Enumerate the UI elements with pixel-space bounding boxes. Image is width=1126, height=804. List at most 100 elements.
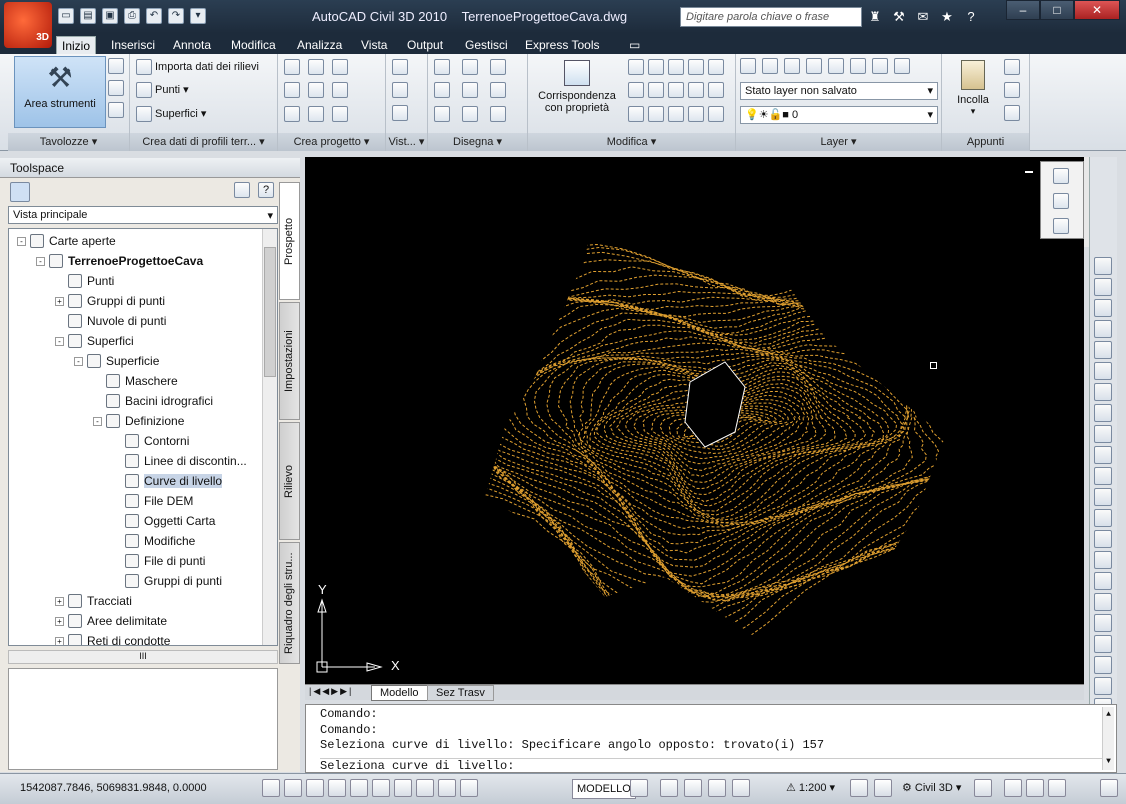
tree-horizontal-scrollbar[interactable]: III <box>8 650 278 664</box>
expand-toggle-icon[interactable]: + <box>55 597 64 606</box>
tree-node[interactable]: - Carte aperte <box>17 232 116 250</box>
survey-tool-icon[interactable] <box>1094 488 1112 506</box>
ribbon-minimize-icon[interactable]: ▭ <box>624 36 645 54</box>
tree-node[interactable]: - Superficie <box>74 352 159 370</box>
tab-vista[interactable]: Vista <box>356 36 392 54</box>
close-button[interactable]: ✕ <box>1074 0 1120 20</box>
area-strumenti-button[interactable]: ⚒ Area strumenti <box>14 56 106 128</box>
survey-tool-icon[interactable] <box>1094 677 1112 695</box>
communication-icon[interactable]: ✉ <box>914 8 932 26</box>
plan-view-icon[interactable] <box>392 105 408 121</box>
layer-states-icon[interactable] <box>762 58 778 74</box>
survey-tool-icon[interactable] <box>1094 278 1112 296</box>
minimize-button[interactable]: – <box>1006 0 1040 20</box>
new-icon[interactable]: ▭ <box>58 8 74 24</box>
status-menu-icon[interactable] <box>1048 779 1066 797</box>
section-view-icon[interactable] <box>392 82 408 98</box>
infer-constraints-icon[interactable] <box>262 779 280 797</box>
open-icon[interactable]: ▤ <box>80 8 96 24</box>
arc-icon[interactable] <box>434 106 450 122</box>
tab-sez-trasv[interactable]: Sez Trasv <box>427 685 494 701</box>
panel-title-layer[interactable]: Layer ▾ <box>736 133 941 151</box>
dyn-icon[interactable] <box>438 779 456 797</box>
toolspace-view-select[interactable]: Vista principale ▾ <box>8 206 278 224</box>
command-line[interactable]: Comando: Comando: Seleziona curve di liv… <box>305 704 1117 773</box>
quick-view-layouts-icon[interactable] <box>630 779 648 797</box>
tree-node[interactable]: + Aree delimitate <box>55 612 167 630</box>
panel-title-disegna[interactable]: Disegna ▾ <box>428 133 527 151</box>
tab-inserisci[interactable]: Inserisci <box>106 36 160 54</box>
tab-analizza[interactable]: Analizza <box>292 36 347 54</box>
importa-rilievi-button[interactable]: Importa dati dei rilievi <box>136 59 259 75</box>
expand-toggle-icon[interactable]: + <box>55 617 64 626</box>
superfici-button[interactable]: Superfici ▾ <box>136 106 206 122</box>
lineweight-icon[interactable] <box>460 779 478 797</box>
tree-scrollbar[interactable] <box>262 229 277 645</box>
hardware-acceleration-icon[interactable] <box>1026 779 1044 797</box>
zoom-icon[interactable] <box>1053 218 1069 234</box>
undo-icon[interactable]: ↶ <box>146 8 162 24</box>
survey-tool-icon[interactable] <box>1094 509 1112 527</box>
survey-tool-icon[interactable] <box>1094 446 1112 464</box>
survey-tool-icon[interactable] <box>1094 341 1112 359</box>
polyline-icon[interactable] <box>462 59 478 75</box>
hatch-icon[interactable] <box>490 106 506 122</box>
tab-prospetto[interactable]: Prospetto <box>279 182 300 300</box>
array-icon[interactable] <box>668 106 684 122</box>
panel-title-vist[interactable]: Vist... ▾ <box>386 133 427 151</box>
coordinates-readout[interactable]: 1542087.7846, 5069831.9848, 0.0000 <box>20 779 207 799</box>
break-icon[interactable] <box>708 82 724 98</box>
tree-node[interactable]: Punti <box>55 272 114 290</box>
ellipse-icon[interactable] <box>462 106 478 122</box>
pan-icon[interactable] <box>1053 193 1069 209</box>
pan-status-icon[interactable] <box>660 779 678 797</box>
survey-tool-icon[interactable] <box>1094 257 1112 275</box>
tree-node[interactable]: - Superfici <box>55 332 134 350</box>
steering-status-icon[interactable] <box>708 779 726 797</box>
rectangle-icon[interactable] <box>490 59 506 75</box>
current-layer-select[interactable]: 💡☀🔓■ 0 ▾ <box>740 106 938 124</box>
layer-match-icon[interactable] <box>872 58 888 74</box>
osnap-icon[interactable] <box>372 779 390 797</box>
corridor-icon[interactable] <box>332 82 348 98</box>
survey-tool-icon[interactable] <box>1094 362 1112 380</box>
tree-node[interactable]: File di punti <box>112 552 205 570</box>
survey-tool-icon[interactable] <box>1094 467 1112 485</box>
tab-riquadro-strumenti[interactable]: Riquadro degli stru... <box>279 542 300 664</box>
layer-isolate-icon[interactable] <box>784 58 800 74</box>
lock-icon[interactable] <box>974 779 992 797</box>
layer-freeze-icon[interactable] <box>850 58 866 74</box>
profile-icon[interactable] <box>284 82 300 98</box>
isolate-objects-icon[interactable] <box>1004 779 1022 797</box>
expand-toggle-icon[interactable]: + <box>55 297 64 306</box>
tree-node[interactable]: Bacini idrografici <box>93 392 213 410</box>
sample-lines-icon[interactable] <box>332 106 348 122</box>
extend-icon[interactable] <box>688 82 704 98</box>
copy-clip-icon[interactable] <box>1004 82 1020 98</box>
tree-node[interactable]: Modifiche <box>112 532 195 550</box>
expand-toggle-icon[interactable]: - <box>36 257 45 266</box>
otrack-icon[interactable] <box>394 779 412 797</box>
annotation-visibility-icon[interactable] <box>850 779 868 797</box>
tab-express-tools[interactable]: Express Tools <box>520 36 604 54</box>
survey-tool-icon[interactable] <box>1094 572 1112 590</box>
tab-modifica[interactable]: Modifica <box>226 36 281 54</box>
tab-annota[interactable]: Annota <box>168 36 216 54</box>
survey-tool-icon[interactable] <box>1094 593 1112 611</box>
move-icon[interactable] <box>628 59 644 75</box>
properties-icon[interactable] <box>108 58 124 74</box>
tree-node[interactable]: + Reti di condotte <box>55 632 170 645</box>
intersection-icon[interactable] <box>332 59 348 75</box>
binoculars-icon[interactable]: ♜ <box>866 8 884 26</box>
tree-node[interactable]: + Gruppi di punti <box>55 292 165 310</box>
polygon-icon[interactable] <box>490 82 506 98</box>
application-menu-button[interactable]: 3D <box>4 2 52 48</box>
tree-node[interactable]: File DEM <box>112 492 193 510</box>
auto-scale-icon[interactable] <box>874 779 892 797</box>
survey-tool-icon[interactable] <box>1094 635 1112 653</box>
panel-title-tavolozze[interactable]: Tavolozze ▾ <box>8 133 129 151</box>
tab-modello[interactable]: Modello <box>371 685 428 701</box>
pipe-network-icon[interactable] <box>308 106 324 122</box>
ducs-icon[interactable] <box>416 779 434 797</box>
grid-icon[interactable] <box>284 779 302 797</box>
